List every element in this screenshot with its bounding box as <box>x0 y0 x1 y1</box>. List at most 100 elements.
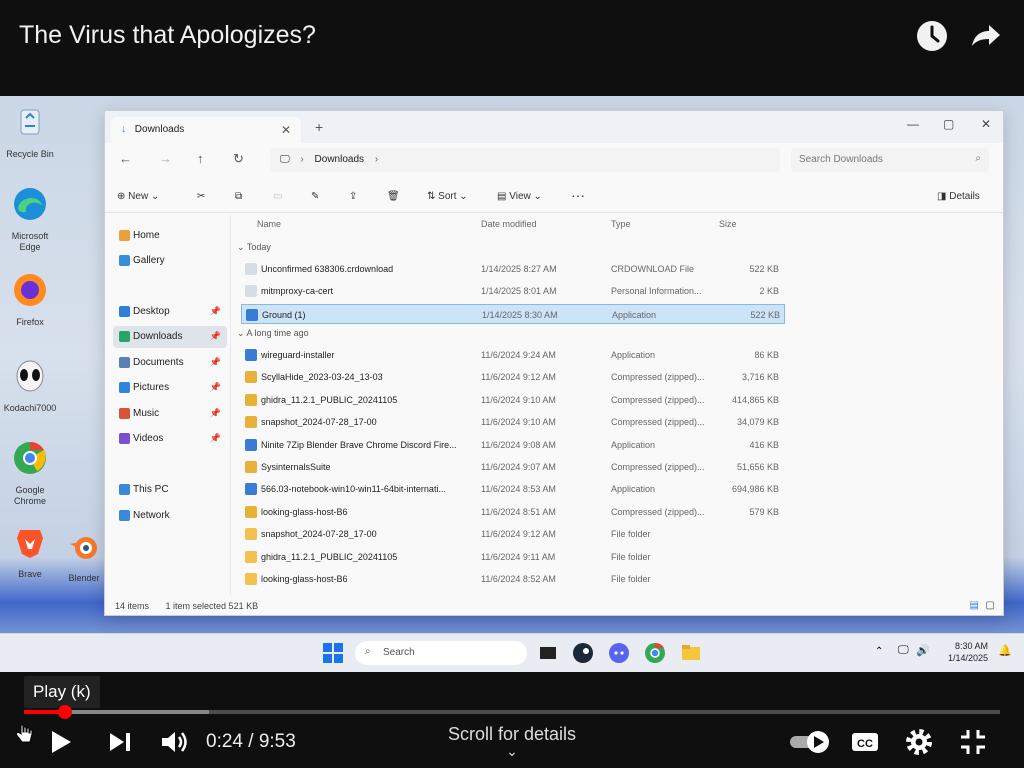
new-tab-icon[interactable]: + <box>315 119 323 135</box>
chrome-icon[interactable] <box>644 642 666 664</box>
view-button[interactable]: ▤ View ⌄ <box>497 191 542 202</box>
pin-icon[interactable]: 📌 <box>210 382 221 393</box>
pin-icon[interactable]: 📌 <box>210 433 221 444</box>
file-row[interactable]: mitmproxy-ca-cert 1/14/2025 8:01 AM Person… <box>241 281 785 301</box>
discord-icon[interactable] <box>608 642 630 664</box>
cut-icon[interactable]: ✂ <box>197 191 205 202</box>
copy-icon[interactable]: ⧉ <box>235 191 242 202</box>
desktop-icon-brave[interactable]: Brave <box>0 524 60 580</box>
group-header-today[interactable]: ⌄ Today <box>237 242 271 253</box>
play-icon[interactable] <box>44 726 76 758</box>
file-row[interactable]: ghidra_11.2.1_PUBLIC_20241105 11/6/2024 9… <box>241 390 785 410</box>
share-icon[interactable] <box>968 18 1004 54</box>
column-header-date[interactable]: Date modified <box>481 219 537 229</box>
network-tray-icon[interactable]: 🖵 <box>898 644 909 657</box>
desktop-icon-edge[interactable]: Microsoft Edge <box>0 186 60 253</box>
group-header-older[interactable]: ⌄ A long time ago <box>237 328 309 339</box>
settings-icon[interactable] <box>903 726 935 758</box>
sidebar-item-desktop[interactable]: Desktop 📌 <box>113 301 227 323</box>
video-title[interactable]: The Virus that Apologizes? <box>19 21 316 50</box>
sidebar-item-downloads[interactable]: Downloads 📌 <box>113 326 227 348</box>
autoplay-toggle-icon[interactable] <box>788 726 832 758</box>
sort-button[interactable]: ⇅ Sort ⌄ <box>427 191 468 202</box>
breadcrumb[interactable]: Downloads <box>315 154 364 165</box>
sidebar-item-documents[interactable]: Documents 📌 <box>113 352 227 374</box>
pin-icon[interactable]: 📌 <box>210 357 221 368</box>
exit-fullscreen-icon[interactable] <box>957 726 989 758</box>
paste-icon[interactable]: ▭ <box>273 191 282 202</box>
file-row[interactable]: 566.03-notebook-win10-win11-64bit-intern… <box>241 479 785 499</box>
file-row[interactable]: snapshot_2024-07-28_17-00 11/6/2024 9:12 … <box>241 524 785 544</box>
file-explorer-icon[interactable] <box>680 642 702 664</box>
volume-icon[interactable] <box>158 726 190 758</box>
file-row[interactable]: wireguard-installer 11/6/2024 9:24 AM Appl… <box>241 345 785 365</box>
desktop-icon-chrome[interactable]: Google Chrome <box>0 440 60 507</box>
desktop-icon-firefox[interactable]: Firefox <box>0 272 60 328</box>
file-row[interactable]: Ninite 7Zip Blender Brave Chrome Discord… <box>241 435 785 455</box>
sidebar-item-network[interactable]: Network <box>113 505 227 527</box>
refresh-icon[interactable]: ↻ <box>233 151 244 167</box>
next-icon[interactable] <box>104 726 136 758</box>
file-row[interactable]: snapshot_2024-07-28_17-00 11/6/2024 9:10 … <box>241 412 785 432</box>
file-size: 34,079 KB <box>736 417 779 428</box>
maximize-icon[interactable]: ▢ <box>943 117 954 131</box>
share-file-icon[interactable]: ⇪ <box>349 191 357 202</box>
minimize-icon[interactable]: — <box>907 117 919 131</box>
column-header-size[interactable]: Size <box>719 219 737 229</box>
pin-icon[interactable]: 📌 <box>210 331 221 342</box>
up-icon[interactable]: ↑ <box>197 151 204 166</box>
details-button[interactable]: ◨ Details <box>937 191 980 202</box>
video-frame[interactable]: Recycle Bin Microsoft Edge Firefox Kodac… <box>0 96 1024 672</box>
scrubber-handle[interactable] <box>57 705 72 719</box>
sidebar-item-home[interactable]: Home <box>113 225 227 247</box>
task-view-icon[interactable] <box>537 642 559 664</box>
sidebar-item-videos[interactable]: Videos 📌 <box>113 428 227 450</box>
back-icon[interactable]: ← <box>119 151 132 166</box>
sidebar-item-gallery[interactable]: Gallery <box>113 250 227 272</box>
chevron-up-icon[interactable]: ⌃ <box>875 646 883 657</box>
close-tab-icon[interactable]: ✕ <box>281 123 291 137</box>
file-row[interactable]: SysinternalsSuite 11/6/2024 9:07 AM Compre… <box>241 457 785 477</box>
tab-downloads[interactable]: ↓ Downloads ✕ <box>111 117 301 143</box>
scroll-for-details[interactable]: Scroll for details ⌄ <box>430 724 594 758</box>
file-row[interactable]: looking-glass-host-B6 11/6/2024 8:51 AM Co… <box>241 502 785 522</box>
pin-icon[interactable]: 📌 <box>210 306 221 317</box>
pin-icon[interactable]: 📌 <box>210 408 221 419</box>
progress-bar[interactable] <box>24 705 1000 719</box>
rename-icon[interactable]: ✎ <box>311 191 319 202</box>
file-type: Compressed (zipped)... <box>611 372 705 383</box>
column-header-name[interactable]: Name <box>257 219 281 229</box>
cc-icon[interactable]: CC <box>849 726 881 758</box>
steam-icon[interactable] <box>572 642 594 664</box>
close-window-icon[interactable]: ✕ <box>981 117 991 131</box>
application-icon <box>245 349 257 361</box>
watch-later-icon[interactable] <box>914 18 950 54</box>
taskbar-search[interactable]: ⌕ Search <box>355 641 527 665</box>
sidebar-item-music[interactable]: Music 📌 <box>113 403 227 425</box>
start-icon[interactable] <box>322 642 344 664</box>
more-options-icon[interactable]: ··· <box>571 187 585 203</box>
file-row[interactable]: Ground (1) 1/14/2025 8:30 AM Application 52… <box>241 303 785 324</box>
address-bar[interactable]: 🖵 › Downloads › <box>270 148 780 172</box>
delete-icon[interactable]: 🗑 <box>387 191 400 202</box>
sidebar-item-label: Music <box>133 408 160 419</box>
taskbar-clock[interactable]: 8:30 AM 1/14/2025 <box>948 640 988 664</box>
new-button[interactable]: ⊕ New ⌄ <box>117 191 159 202</box>
file-row[interactable]: ScyllaHide_2023-03-24_13-03 11/6/2024 9:1… <box>241 367 785 387</box>
file-row[interactable]: looking-glass-host-B6 11/6/2024 8:52 AM Fi… <box>241 569 785 589</box>
file-row[interactable]: ghidra_11.2.1_PUBLIC_20241105 11/6/2024 9… <box>241 547 785 567</box>
notification-bell-icon[interactable]: 🔔 <box>998 644 1012 657</box>
forward-icon[interactable]: → <box>159 151 172 166</box>
desktop-icon-recycle-bin[interactable]: Recycle Bin <box>0 104 60 160</box>
sidebar-item-this-pc[interactable]: This PC <box>113 479 227 501</box>
tiles-view-icon[interactable]: ▢ <box>986 600 995 611</box>
desktop-icon-kodachi[interactable]: Kodachi7000 <box>0 358 60 414</box>
sidebar-item-pictures[interactable]: Pictures 📌 <box>113 377 227 399</box>
folder-icon <box>245 573 257 585</box>
file-row[interactable]: Unconfirmed 638306.crdownload 1/14/2025 8… <box>241 259 785 279</box>
details-view-icon[interactable]: ▤ <box>970 600 979 611</box>
volume-tray-icon[interactable]: 🔊 <box>916 644 930 657</box>
column-header-type[interactable]: Type <box>611 219 631 229</box>
group-label: A long time ago <box>246 328 309 338</box>
search-input[interactable]: Search Downloads ⌕ <box>791 148 989 172</box>
